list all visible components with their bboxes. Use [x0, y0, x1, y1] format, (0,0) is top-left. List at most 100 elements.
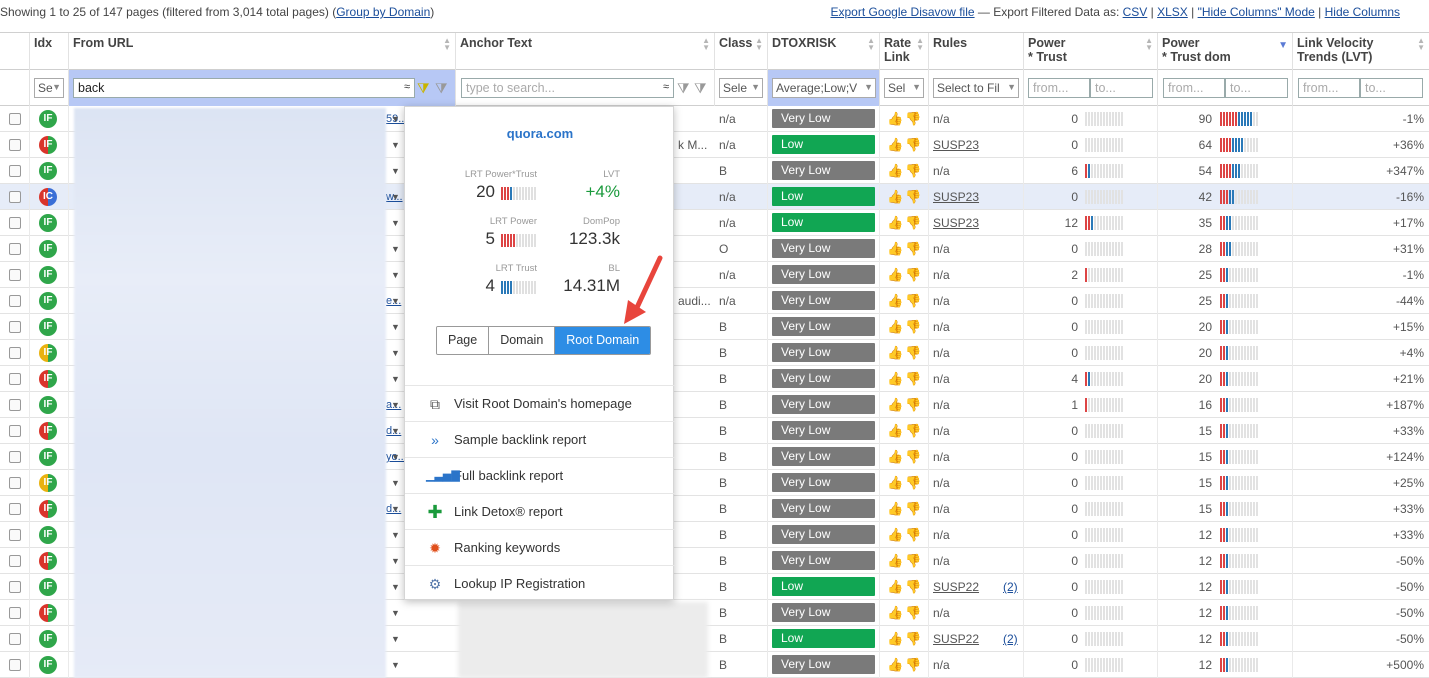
chevron-down-icon[interactable]: ▼ — [391, 574, 400, 600]
row-checkbox[interactable] — [9, 399, 21, 411]
popup-domain-name[interactable]: quora.com — [405, 126, 675, 141]
approx-icon[interactable]: ≈ — [663, 81, 669, 93]
row-checkbox[interactable] — [9, 529, 21, 541]
thumbs-rating-icon[interactable]: 👍👎 — [887, 548, 923, 574]
index-flag-badge[interactable]: IF — [39, 136, 57, 154]
row-checkbox[interactable] — [9, 555, 21, 567]
chevron-down-icon[interactable]: ▼ — [391, 470, 400, 496]
index-flag-badge[interactable]: IF — [39, 318, 57, 336]
scope-page-button[interactable]: Page — [437, 327, 490, 354]
row-checkbox[interactable] — [9, 581, 21, 593]
thumbs-rating-icon[interactable]: 👍👎 — [887, 158, 923, 184]
group-by-domain-link[interactable]: Group by Domain — [336, 5, 430, 19]
index-flag-badge[interactable]: IF — [39, 552, 57, 570]
row-checkbox[interactable] — [9, 451, 21, 463]
chevron-down-icon[interactable]: ▼ — [391, 366, 400, 392]
ptd-from-input[interactable]: from... — [1163, 78, 1225, 98]
row-checkbox[interactable] — [9, 503, 21, 515]
export-disavow-link[interactable]: Export Google Disavow file — [830, 5, 974, 19]
chevron-down-icon[interactable]: ▼ — [391, 262, 400, 288]
sort-icon[interactable]: ▲ ▼ — [755, 37, 763, 52]
index-flag-badge[interactable]: IF — [39, 448, 57, 466]
rules-value[interactable]: SUSP23 — [933, 132, 979, 158]
chevron-down-icon[interactable]: ▼ — [391, 392, 400, 418]
chevron-down-icon[interactable]: ▼ — [391, 314, 400, 340]
sort-icon[interactable]: ▲ ▼ — [867, 37, 875, 52]
dtox-filter-select[interactable]: Average;Low;V ▼ — [772, 78, 876, 98]
add-filter-icon[interactable]: ⧩ — [677, 80, 690, 97]
row-checkbox[interactable] — [9, 113, 21, 125]
thumbs-rating-icon[interactable]: 👍👎 — [887, 366, 923, 392]
thumbs-rating-icon[interactable]: 👍👎 — [887, 418, 923, 444]
thumbs-rating-icon[interactable]: 👍👎 — [887, 340, 923, 366]
thumbs-rating-icon[interactable]: 👍👎 — [887, 210, 923, 236]
header-power-trust-dom[interactable]: Power * Trust dom ▼ — [1158, 33, 1293, 70]
row-checkbox[interactable] — [9, 165, 21, 177]
thumbs-rating-icon[interactable]: 👍👎 — [887, 470, 923, 496]
pt-from-input[interactable]: from... — [1028, 78, 1090, 98]
header-idx[interactable]: Idx — [30, 33, 69, 70]
index-flag-badge[interactable]: IF — [39, 292, 57, 310]
chevron-down-icon[interactable]: ▼ — [391, 418, 400, 444]
sort-icon[interactable]: ▲ ▼ — [1145, 37, 1153, 52]
row-checkbox[interactable] — [9, 269, 21, 281]
lvt-to-input[interactable]: to... — [1360, 78, 1423, 98]
menu-visit-homepage[interactable]: ⧉ Visit Root Domain's homepage — [405, 386, 675, 422]
chevron-down-icon[interactable]: ▼ — [391, 444, 400, 470]
row-checkbox[interactable] — [9, 191, 21, 203]
index-flag-badge[interactable]: IF — [39, 604, 57, 622]
from-url-filter-input[interactable]: back — [73, 78, 415, 98]
index-flag-badge[interactable]: IF — [39, 630, 57, 648]
chevron-down-icon[interactable]: ▼ — [391, 132, 400, 158]
thumbs-rating-icon[interactable]: 👍👎 — [887, 626, 923, 652]
thumbs-rating-icon[interactable]: 👍👎 — [887, 184, 923, 210]
thumbs-rating-icon[interactable]: 👍👎 — [887, 444, 923, 470]
index-flag-badge[interactable]: IC — [39, 188, 57, 206]
index-flag-badge[interactable]: IF — [39, 266, 57, 284]
chevron-down-icon[interactable]: ▼ — [391, 522, 400, 548]
row-checkbox[interactable] — [9, 373, 21, 385]
chevron-down-icon[interactable]: ▼ — [391, 158, 400, 184]
rate-filter-select[interactable]: Sel ▼ — [884, 78, 924, 98]
menu-lookup-ip[interactable]: ⚙ Lookup IP Registration — [405, 566, 675, 602]
menu-ranking-keywords[interactable]: ✹ Ranking keywords — [405, 530, 675, 566]
thumbs-rating-icon[interactable]: 👍👎 — [887, 392, 923, 418]
rules-value[interactable]: SUSP23 — [933, 184, 979, 210]
clear-filter-icon[interactable]: ⧩ — [435, 80, 448, 97]
menu-link-detox-report[interactable]: ✚ Link Detox® report — [405, 494, 675, 530]
header-rate-link[interactable]: Rate Link ▲ ▼ — [880, 33, 929, 70]
thumbs-rating-icon[interactable]: 👍👎 — [887, 314, 923, 340]
index-flag-badge[interactable]: IF — [39, 370, 57, 388]
row-checkbox[interactable] — [9, 607, 21, 619]
thumbs-rating-icon[interactable]: 👍👎 — [887, 496, 923, 522]
pt-to-input[interactable]: to... — [1090, 78, 1153, 98]
chevron-down-icon[interactable]: ▼ — [391, 236, 400, 262]
index-flag-badge[interactable]: IF — [39, 474, 57, 492]
row-checkbox[interactable] — [9, 139, 21, 151]
header-class[interactable]: Class ▲ ▼ — [715, 33, 768, 70]
index-flag-badge[interactable]: IF — [39, 240, 57, 258]
class-filter-select[interactable]: Sele ▼ — [719, 78, 763, 98]
rules-value[interactable]: SUSP22 — [933, 574, 979, 600]
index-flag-badge[interactable]: IF — [39, 110, 57, 128]
index-flag-badge[interactable]: IF — [39, 396, 57, 414]
approx-icon[interactable]: ≈ — [404, 81, 410, 93]
header-rules[interactable]: Rules — [929, 33, 1024, 70]
row-checkbox[interactable] — [9, 425, 21, 437]
row-checkbox[interactable] — [9, 477, 21, 489]
thumbs-rating-icon[interactable]: 👍👎 — [887, 262, 923, 288]
index-flag-badge[interactable]: IF — [39, 526, 57, 544]
sort-icon[interactable]: ▲ ▼ — [916, 37, 924, 52]
scope-domain-button[interactable]: Domain — [489, 327, 556, 354]
export-csv-link[interactable]: CSV — [1123, 5, 1148, 19]
apply-filter-icon[interactable]: ⧩ — [417, 80, 430, 97]
index-flag-badge[interactable]: IF — [39, 578, 57, 596]
lvt-from-input[interactable]: from... — [1298, 78, 1360, 98]
header-anchor-text[interactable]: Anchor Text ▲ ▼ — [456, 33, 715, 70]
chevron-down-icon[interactable]: ▼ — [391, 340, 400, 366]
chevron-down-icon[interactable]: ▼ — [391, 626, 400, 652]
sort-desc-icon[interactable]: ▼ — [1278, 41, 1288, 51]
hide-columns-mode-link[interactable]: "Hide Columns" Mode — [1198, 5, 1315, 19]
sort-icon[interactable]: ▲ ▼ — [443, 37, 451, 52]
idx-filter-select[interactable]: Se ▼ — [34, 78, 64, 98]
